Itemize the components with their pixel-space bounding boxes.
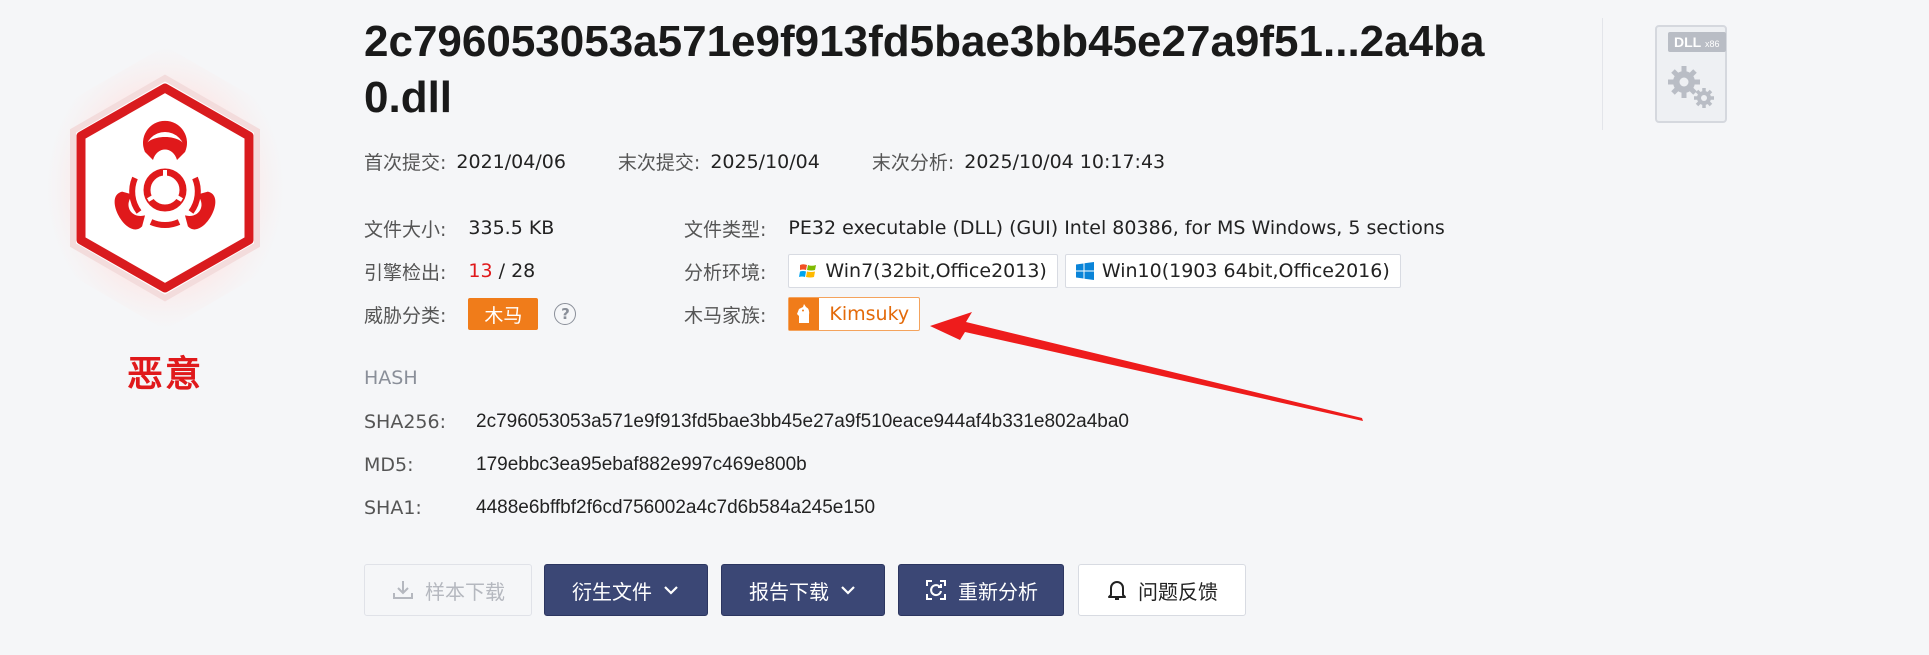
dll-file-icon-label: DLL xyxy=(1674,34,1702,50)
sha1-label: SHA1: xyxy=(364,497,422,519)
sha1-value[interactable]: 4488e6bffbf2f6cd756002a4c7d6b584a245e150 xyxy=(476,497,875,519)
chevron-down-icon xyxy=(841,586,855,595)
refresh-scan-icon xyxy=(926,580,946,600)
engine-detect-label: 引擎检出: xyxy=(364,261,447,284)
windows10-icon xyxy=(1075,262,1094,280)
dll-file-icon: DLL x86 xyxy=(1652,24,1730,124)
biohazard-hexagon-icon xyxy=(45,46,285,330)
md5-row: MD5: 179ebbc3ea95ebaf882e997c469e800b xyxy=(364,454,807,476)
last-submit-label: 末次提交: xyxy=(617,152,701,174)
report-download-button[interactable]: 报告下载 xyxy=(721,564,885,616)
trojan-family-value: Kimsuky xyxy=(829,303,910,325)
last-submit-value: 2025/10/04 xyxy=(710,150,820,173)
engine-detect-total: 28 xyxy=(511,260,536,282)
verdict-label: 恶意 xyxy=(126,354,203,395)
md5-label: MD5: xyxy=(364,454,414,476)
verdict-badge xyxy=(35,38,295,338)
env-chip-win7-label: Win7(32bit,Office2013) xyxy=(825,260,1047,282)
first-submit-label: 首次提交: xyxy=(364,152,447,174)
trojan-family-label: 木马家族: xyxy=(684,304,767,327)
bell-icon xyxy=(1108,581,1126,600)
derived-files-label: 衍生文件 xyxy=(572,579,652,604)
file-size-value: 335.5 KB xyxy=(468,217,555,239)
derived-files-button[interactable]: 衍生文件 xyxy=(544,564,708,616)
engine-detect-sep: / xyxy=(492,260,512,282)
sha1-row: SHA1: 4488e6bffbf2f6cd756002a4c7d6b584a2… xyxy=(364,497,875,519)
divider xyxy=(1602,18,1603,130)
submission-meta: 首次提交: 2021/04/06 末次提交: 2025/10/04 末次分析: … xyxy=(364,148,1165,175)
threat-class-label: 威胁分类: xyxy=(364,304,447,327)
engine-detect-count: 13 xyxy=(468,260,493,282)
feedback-label: 问题反馈 xyxy=(1138,579,1218,604)
sha256-value[interactable]: 2c796053053a571e9f913fd5bae3bb45e27a9f51… xyxy=(476,411,1129,433)
analysis-env-row: 分析环境: Win7(32bit,Office2013) Win10(1903 … xyxy=(684,253,1401,289)
env-chip-win10[interactable]: Win10(1903 64bit,Office2016) xyxy=(1064,254,1401,288)
download-icon xyxy=(393,581,413,599)
file-title: 2c796053053a571e9f913fd5bae3bb45e27a9f51… xyxy=(364,17,1485,122)
download-sample-label: 样本下载 xyxy=(425,579,505,604)
reanalyze-label: 重新分析 xyxy=(958,579,1038,604)
help-icon[interactable]: ? xyxy=(554,303,577,325)
env-chip-win7[interactable]: Win7(32bit,Office2013) xyxy=(788,254,1058,288)
download-sample-button[interactable]: 样本下载 xyxy=(364,564,532,616)
chevron-down-icon xyxy=(664,586,678,595)
last-analysis-value: 2025/10/04 10:17:43 xyxy=(964,150,1166,173)
threat-class-row: 威胁分类: 木马 ? xyxy=(364,297,577,331)
sha256-row: SHA256: 2c796053053a571e9f913fd5bae3bb45… xyxy=(364,411,1129,433)
threat-class-tag[interactable]: 木马 xyxy=(468,298,539,330)
file-type-row: 文件类型: PE32 executable (DLL) (GUI) Intel … xyxy=(684,215,1445,241)
file-type-label: 文件类型: xyxy=(684,218,767,241)
sha256-label: SHA256: xyxy=(364,411,447,433)
trojan-family-chip[interactable]: Kimsuky xyxy=(788,297,921,331)
file-size-row: 文件大小: 335.5 KB xyxy=(364,215,554,241)
md5-value[interactable]: 179ebbc3ea95ebaf882e997c469e800b xyxy=(476,454,807,476)
hash-section-label: HASH xyxy=(364,367,418,389)
last-analysis-label: 末次分析: xyxy=(871,152,955,174)
engine-detect-row: 引擎检出: 13 / 28 xyxy=(364,258,535,284)
dll-file-icon-sub: x86 xyxy=(1705,39,1720,49)
reanalyze-button[interactable]: 重新分析 xyxy=(898,564,1064,616)
file-size-label: 文件大小: xyxy=(364,218,447,241)
trojan-horse-icon xyxy=(789,298,820,330)
analysis-env-label: 分析环境: xyxy=(684,261,767,284)
trojan-family-row: 木马家族: Kimsuky xyxy=(684,297,921,331)
feedback-button[interactable]: 问题反馈 xyxy=(1078,564,1246,616)
env-chip-win10-label: Win10(1903 64bit,Office2016) xyxy=(1101,260,1390,282)
windows7-icon xyxy=(799,264,817,278)
first-submit-value: 2021/04/06 xyxy=(456,150,566,173)
file-type-value: PE32 executable (DLL) (GUI) Intel 80386,… xyxy=(788,217,1445,239)
report-download-label: 报告下载 xyxy=(749,579,829,604)
